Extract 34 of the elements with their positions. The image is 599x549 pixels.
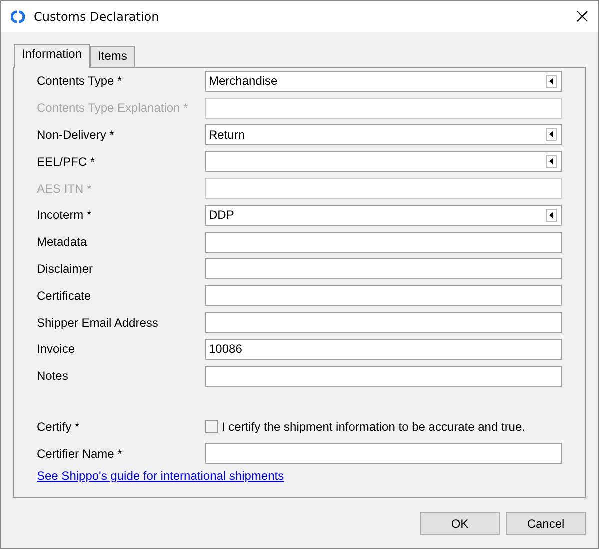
text-field[interactable] — [205, 258, 562, 280]
field-label: Notes — [37, 369, 70, 384]
field-label: Certify * — [37, 420, 81, 434]
text-field[interactable] — [205, 285, 562, 306]
field-label: AES ITN * — [37, 182, 93, 196]
field-label: Certificate — [37, 288, 92, 303]
field-label: Certifier Name * — [37, 446, 124, 461]
dropdown[interactable]: Return — [205, 124, 562, 146]
field-label: Contents Type Explanation * — [37, 101, 190, 116]
tab[interactable]: Information — [14, 44, 90, 68]
window-title: Customs Declaration — [34, 10, 160, 24]
cancel-button[interactable]: Cancel — [506, 512, 586, 535]
field-label: Contents Type * — [37, 74, 124, 88]
field-label: Shipper Email Address — [37, 316, 160, 330]
tab[interactable]: Items — [90, 46, 136, 67]
text-field[interactable] — [205, 312, 562, 334]
field-label: Non-Delivery * — [37, 128, 116, 142]
field-label: Invoice — [37, 342, 76, 356]
field-label: Disclaimer — [37, 262, 94, 276]
ok-button[interactable]: OK — [420, 512, 500, 535]
dropdown[interactable]: DDP — [205, 204, 562, 226]
text-field[interactable] — [205, 366, 562, 387]
app-logo-icon — [11, 10, 25, 24]
text-field[interactable]: 10086 — [205, 338, 562, 360]
close-icon[interactable] — [577, 11, 588, 22]
field-label: Incoterm * — [37, 208, 93, 222]
checkbox-label: I certify the shipment information to be accurate and true. — [222, 420, 526, 434]
text-field[interactable] — [205, 232, 562, 253]
dropdown[interactable]: Merchandise — [205, 70, 562, 92]
text-field[interactable] — [205, 443, 562, 464]
guide-link[interactable]: See Shippo's guide for international shipments — [37, 469, 284, 484]
field-label: Metadata — [37, 235, 88, 250]
field-label: EEL/PFC * — [37, 154, 96, 169]
checkbox[interactable] — [205, 420, 218, 434]
